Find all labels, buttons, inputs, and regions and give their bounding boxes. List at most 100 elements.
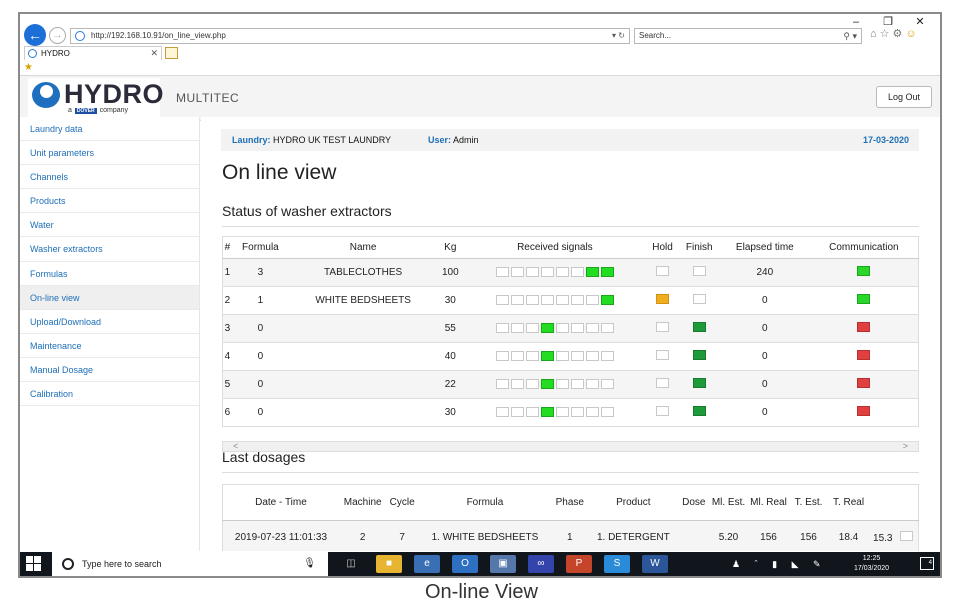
task-view-icon[interactable]: ◫: [338, 555, 364, 573]
sidebar-item-on-line-view[interactable]: On-line view: [20, 285, 199, 310]
hold-cell: [646, 258, 679, 287]
app-icon[interactable]: ▣: [490, 555, 516, 573]
signal-on-indicator: [540, 323, 554, 334]
finish-cell: [678, 342, 720, 371]
sidebar-item-laundry-data[interactable]: Laundry data: [20, 117, 199, 142]
pen-icon[interactable]: ✎: [813, 559, 827, 569]
people-icon[interactable]: ♟: [732, 559, 746, 569]
dosage-t-real: 18.4: [828, 520, 869, 551]
signal-off-indicator: [525, 323, 539, 334]
sidebar-item-unit-parameters[interactable]: Unit parameters: [20, 141, 199, 166]
tab-favicon-icon: [28, 49, 37, 58]
communication-indicator: [857, 294, 871, 304]
microphone-icon[interactable]: 🎙: [303, 552, 316, 576]
hydro-drop-icon: [32, 82, 60, 108]
sidebar-item-water[interactable]: Water: [20, 213, 199, 238]
browser-search-input[interactable]: Search... ⚲ ▾: [634, 28, 862, 44]
elapsed-time: 0: [719, 314, 810, 343]
washers-section-title: Status of washer extractors: [222, 203, 392, 219]
sidebar-item-formulas[interactable]: Formulas: [20, 262, 199, 286]
favorites-icon[interactable]: ☆: [880, 28, 893, 40]
signal-off-indicator: [525, 379, 539, 390]
search-icon[interactable]: ⚲ ▾: [843, 29, 857, 43]
washer-row: 5 0 22 0: [222, 370, 919, 399]
communication-cell: [809, 370, 919, 399]
signal-on-indicator: [585, 267, 599, 278]
finish-cell: [678, 314, 720, 343]
taskbar-search-input[interactable]: Type here to search 🎙: [52, 552, 328, 576]
url-text: http://192.168.10.91/on_line_view.php: [91, 31, 226, 40]
signal-on-indicator: [540, 407, 554, 418]
browser-toolbar-icons: ⌂☆⚙☺: [870, 27, 920, 40]
skype-icon[interactable]: S: [604, 555, 630, 573]
signal-on-indicator: [600, 267, 614, 278]
tab-title: HYDRO: [41, 49, 70, 58]
dosage-column-header: Dose: [679, 484, 709, 521]
sidebar-item-manual-dosage[interactable]: Manual Dosage: [20, 358, 199, 383]
washer-number: 4: [222, 342, 232, 371]
scroll-right-icon[interactable]: >: [903, 441, 908, 451]
sidebar-item-maintenance[interactable]: Maintenance: [20, 334, 199, 358]
communication-indicator: [857, 266, 871, 276]
new-tab-button[interactable]: [165, 47, 178, 59]
taskbar-clock[interactable]: 12:25 17/03/2020: [854, 554, 889, 574]
internet-explorer-icon[interactable]: e: [414, 555, 440, 573]
signal-on-indicator: [540, 351, 554, 362]
outlook-icon[interactable]: O: [452, 555, 478, 573]
windows-start-icon[interactable]: [26, 556, 42, 572]
row-checkbox[interactable]: [900, 530, 914, 541]
dosage-column-header: Formula: [417, 484, 552, 521]
browser-tab[interactable]: HYDRO ✕: [24, 46, 162, 60]
washer-name: [288, 398, 438, 427]
washer-formula: 1: [231, 286, 289, 315]
signal-on-indicator: [600, 295, 614, 306]
back-button[interactable]: ←: [24, 24, 46, 46]
hold-cell: [646, 370, 679, 399]
address-bar[interactable]: http://192.168.10.91/on_line_view.php ▾ …: [70, 28, 630, 44]
notification-center-icon[interactable]: 4: [920, 557, 934, 570]
washer-row: 4 0 40 0: [222, 342, 919, 371]
washer-number: 1: [222, 258, 232, 287]
tab-close-icon[interactable]: ✕: [150, 47, 158, 60]
washers-column-header: Name: [288, 236, 438, 259]
infinity-app-icon[interactable]: ∞: [528, 555, 554, 573]
sidebar-item-upload-download[interactable]: Upload/Download: [20, 310, 199, 334]
home-icon[interactable]: ⌂: [870, 28, 880, 40]
signal-off-indicator: [600, 323, 614, 334]
hold-cell: [646, 286, 679, 315]
file-explorer-icon[interactable]: ■: [376, 555, 402, 573]
sidebar-item-channels[interactable]: Channels: [20, 165, 199, 190]
dosage-column-header: Phase: [551, 484, 588, 521]
washer-kg: 55: [437, 314, 464, 343]
page-title: On line view: [222, 161, 337, 184]
finish-indicator: [692, 294, 706, 304]
washer-row: 1 3 TABLECLOTHES 100 240: [222, 258, 919, 287]
washers-column-header: #: [222, 236, 232, 259]
sidebar-item-products[interactable]: Products: [20, 189, 199, 214]
chevron-up-icon[interactable]: ˆ: [755, 559, 764, 569]
washers-column-header: Formula: [231, 236, 289, 259]
forward-button[interactable]: →: [49, 27, 66, 44]
sidebar-item-calibration[interactable]: Calibration: [20, 382, 199, 407]
signal-off-indicator: [600, 351, 614, 362]
refresh-icon[interactable]: ▾ ↻: [612, 29, 625, 43]
signal-off-indicator: [510, 267, 524, 278]
communication-cell: [809, 398, 919, 427]
smiley-icon[interactable]: ☺: [905, 28, 919, 40]
favorites-bar-icon[interactable]: ★: [24, 62, 33, 73]
laundry-info: Laundry: HYDRO UK TEST LAUNDRY: [232, 135, 392, 145]
sidebar-item-washer-extractors[interactable]: Washer extractors: [20, 237, 199, 262]
received-signals: [463, 258, 647, 287]
gear-icon[interactable]: ⚙: [893, 28, 906, 40]
word-icon[interactable]: W: [642, 555, 668, 573]
powerpoint-icon[interactable]: P: [566, 555, 592, 573]
dosage-row: 2019-07-23 11:01:33 2 7 1. WHITE BEDSHEETS 1…: [222, 520, 919, 551]
washers-column-header: Kg: [437, 236, 464, 259]
signal-off-indicator: [555, 267, 569, 278]
horizontal-scrollbar[interactable]: < >: [222, 441, 919, 452]
battery-icon[interactable]: ▮: [772, 559, 783, 569]
communication-cell: [809, 342, 919, 371]
washer-formula: 0: [231, 398, 289, 427]
network-icon[interactable]: ◣: [792, 559, 805, 569]
logout-button[interactable]: Log Out: [876, 86, 932, 108]
